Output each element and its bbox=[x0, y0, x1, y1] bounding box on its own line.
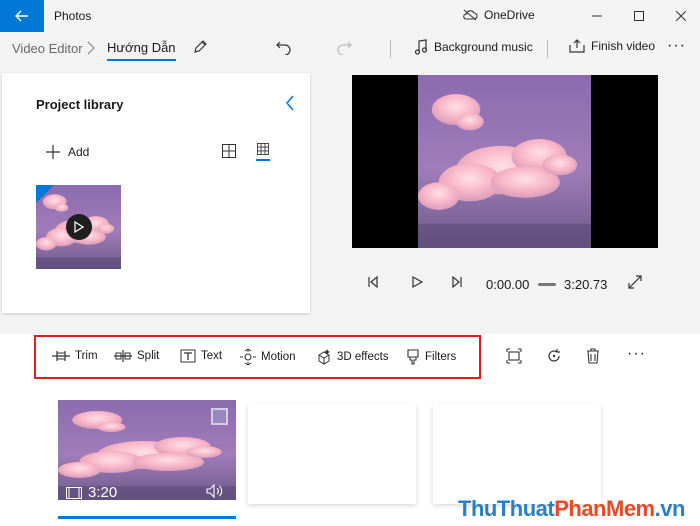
back-arrow-icon bbox=[15, 10, 28, 22]
watermark-part-1: ThuThuat bbox=[458, 496, 555, 521]
redo-icon[interactable] bbox=[336, 39, 352, 55]
export-icon bbox=[569, 39, 585, 53]
clip-duration: 3:20 bbox=[66, 484, 117, 500]
clip-select-checkbox[interactable] bbox=[211, 408, 228, 425]
selected-clip-indicator bbox=[58, 516, 236, 519]
play-button-icon[interactable] bbox=[410, 275, 424, 289]
watermark-part-3: .vn bbox=[654, 496, 686, 521]
resize-crop-icon[interactable] bbox=[506, 348, 522, 364]
add-label: Add bbox=[68, 145, 90, 159]
maximize-button[interactable] bbox=[622, 0, 656, 32]
plus-icon bbox=[46, 145, 60, 159]
watermark: ThuThuatPhanMem.vn bbox=[458, 496, 685, 522]
video-clip-icon bbox=[66, 486, 82, 499]
onedrive-label: OneDrive bbox=[484, 8, 535, 22]
back-button[interactable] bbox=[0, 0, 44, 32]
finish-video-label: Finish video bbox=[591, 39, 656, 53]
title-bar: Photos OneDrive bbox=[0, 0, 700, 32]
expand-fullscreen-icon[interactable] bbox=[628, 275, 642, 289]
edit-more-options-button[interactable]: ··· bbox=[627, 345, 646, 363]
text-label: Text bbox=[201, 350, 223, 362]
split-label: Split bbox=[137, 350, 160, 362]
onedrive-status[interactable]: OneDrive bbox=[462, 8, 535, 22]
text-button[interactable]: Text bbox=[180, 349, 222, 363]
current-time: 0:00.00 bbox=[486, 277, 530, 292]
rotate-icon[interactable] bbox=[546, 348, 562, 364]
previous-frame-icon[interactable] bbox=[366, 275, 380, 289]
add-media-button[interactable]: Add bbox=[46, 145, 89, 159]
large-grid-view-icon[interactable] bbox=[256, 143, 270, 161]
playback-controls: 0:00.00 3:20.73 bbox=[352, 270, 658, 298]
undo-icon[interactable] bbox=[276, 39, 292, 55]
text-icon bbox=[180, 349, 196, 363]
finish-video-button[interactable]: Finish video bbox=[569, 39, 655, 53]
minimize-icon bbox=[592, 15, 602, 17]
app-title: Photos bbox=[54, 9, 92, 23]
3d-effects-button[interactable]: 3D effects bbox=[316, 349, 389, 365]
trim-label: Trim bbox=[75, 350, 98, 362]
project-library-panel: Project library Add bbox=[2, 73, 310, 313]
chevron-right-icon bbox=[87, 41, 95, 55]
split-icon bbox=[114, 350, 132, 362]
delete-trash-icon[interactable] bbox=[586, 348, 600, 364]
play-icon bbox=[74, 221, 84, 233]
next-frame-icon[interactable] bbox=[450, 275, 464, 289]
maximize-icon bbox=[634, 11, 644, 21]
more-options-button[interactable]: ··· bbox=[667, 37, 686, 55]
split-button[interactable]: Split bbox=[114, 349, 159, 363]
toolbar-divider bbox=[390, 40, 391, 58]
rename-pencil-icon[interactable] bbox=[192, 39, 208, 55]
storyboard-clip[interactable]: 3:20 bbox=[58, 400, 236, 500]
toolbar-divider bbox=[547, 40, 548, 58]
clip-duration-text: 3:20 bbox=[88, 484, 118, 500]
3d-effects-label: 3D effects bbox=[337, 351, 389, 363]
in-use-corner-badge bbox=[36, 185, 54, 203]
background-music-button[interactable]: Background music bbox=[414, 39, 533, 55]
empty-storyboard-slot[interactable] bbox=[248, 404, 416, 504]
small-grid-view-icon[interactable] bbox=[222, 144, 236, 158]
trim-icon bbox=[52, 351, 70, 361]
music-note-icon bbox=[414, 39, 428, 55]
background-music-label: Background music bbox=[434, 40, 533, 54]
filters-button[interactable]: Filters bbox=[406, 349, 456, 365]
breadcrumb-video-editor[interactable]: Video Editor bbox=[12, 41, 83, 56]
play-overlay[interactable] bbox=[66, 214, 92, 240]
library-media-thumbnail[interactable] bbox=[36, 185, 121, 269]
project-library-title: Project library bbox=[36, 97, 124, 112]
total-time: 3:20.73 bbox=[564, 277, 608, 292]
3d-effects-icon bbox=[318, 349, 330, 365]
close-icon bbox=[676, 11, 686, 21]
command-bar: Video Editor Hướng Dẫn Background music … bbox=[0, 32, 700, 66]
filters-label: Filters bbox=[425, 351, 457, 363]
clouds-preview-image bbox=[418, 75, 591, 248]
motion-label: Motion bbox=[261, 351, 296, 363]
motion-button[interactable]: Motion bbox=[240, 349, 296, 365]
trim-button[interactable]: Trim bbox=[52, 349, 98, 363]
seek-bar[interactable] bbox=[538, 283, 556, 286]
speaker-volume-icon[interactable] bbox=[206, 484, 224, 498]
cloud-off-icon bbox=[463, 9, 478, 21]
collapse-chevron-icon[interactable] bbox=[285, 95, 295, 111]
video-preview bbox=[352, 75, 658, 248]
project-title: Hướng Dẫn bbox=[107, 40, 176, 61]
empty-storyboard-slot[interactable] bbox=[433, 404, 601, 504]
minimize-button[interactable] bbox=[580, 0, 614, 32]
motion-icon bbox=[240, 349, 256, 365]
watermark-part-2: PhanMem bbox=[554, 496, 655, 521]
preview-frame bbox=[418, 75, 591, 248]
close-button[interactable] bbox=[664, 0, 698, 32]
filters-icon bbox=[407, 349, 419, 365]
edit-toolbar: Trim Split Text Motion 3D effects Filter… bbox=[0, 334, 700, 384]
